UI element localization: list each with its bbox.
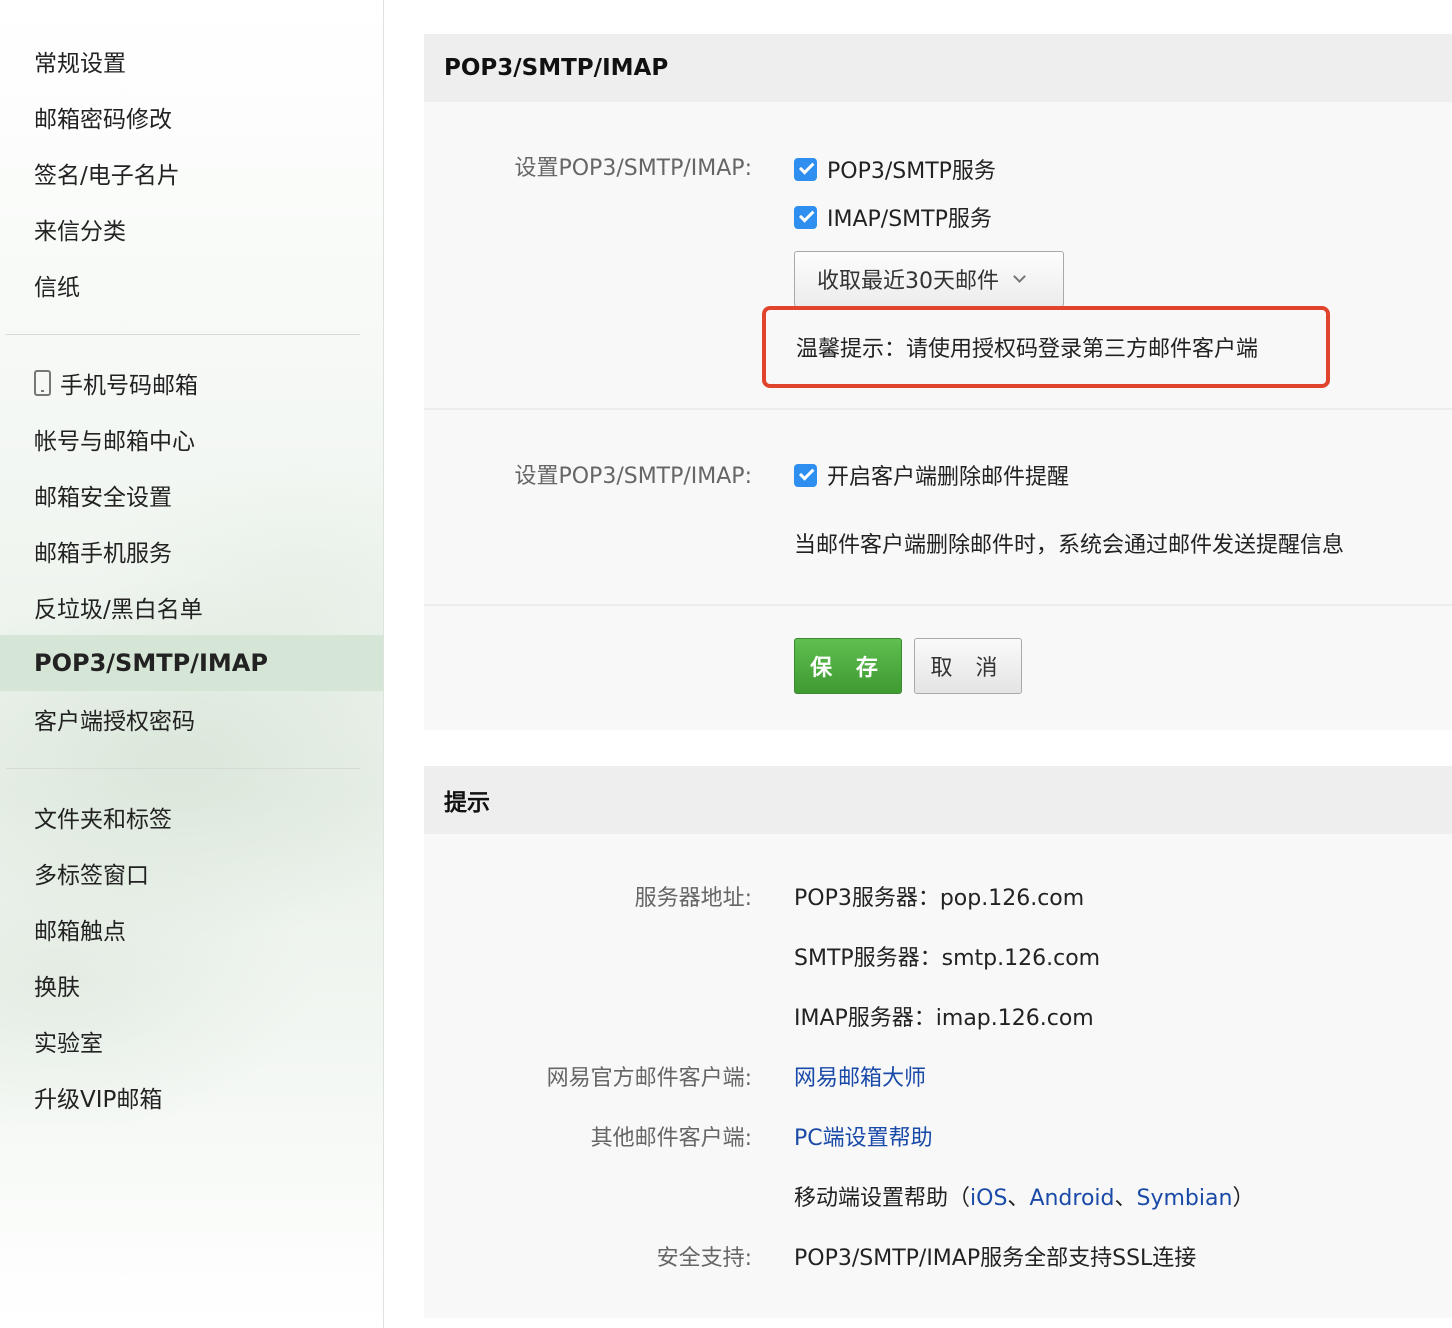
save-button[interactable]: 保 存 (794, 638, 902, 694)
hint-panel: 提示 服务器地址: POP3服务器：pop.126.com SMTP服务器：sm… (424, 766, 1452, 1318)
sidebar-item-account-center[interactable]: 帐号与邮箱中心 (0, 411, 383, 467)
delete-reminder-description: 当邮件客户端删除邮件时，系统会通过邮件发送提醒信息 (794, 533, 1345, 558)
settings-sidebar: 常规设置 邮箱密码修改 签名/电子名片 来信分类 信纸 手机号码邮箱 帐号与邮箱… (0, 0, 384, 1328)
fetch-range-select[interactable]: 收取最近30天邮件 (794, 251, 1064, 307)
sidebar-item-pop3-smtp-imap[interactable]: POP3/SMTP/IMAP (0, 635, 383, 691)
sidebar-item-mobile-service[interactable]: 邮箱手机服务 (0, 523, 383, 579)
sidebar-divider (6, 768, 360, 769)
separator: 、 (1114, 1186, 1137, 1211)
android-help-link[interactable]: Android (1029, 1186, 1114, 1211)
delete-reminder-option: 开启客户端删除邮件提醒 (794, 459, 1069, 491)
sidebar-item-label: 常规设置 (34, 51, 126, 77)
sidebar-item-general[interactable]: 常规设置 (0, 33, 383, 89)
panel-title: POP3/SMTP/IMAP (424, 34, 1452, 102)
mobile-help-prefix: 移动端设置帮助（ (794, 1186, 971, 1211)
auth-code-tip: 温馨提示：请使用授权码登录第三方邮件客户端 (762, 306, 1330, 388)
sidebar-item-label: 文件夹和标签 (34, 807, 172, 833)
sidebar-item-touchpoints[interactable]: 邮箱触点 (0, 901, 383, 957)
checkbox-label: 开启客户端删除邮件提醒 (827, 465, 1070, 490)
checkbox-label: IMAP/SMTP服务 (827, 207, 992, 232)
sidebar-item-label: 邮箱手机服务 (34, 541, 172, 567)
sidebar-item-phone-mailbox[interactable]: 手机号码邮箱 (0, 355, 383, 411)
sidebar-item-label: 多标签窗口 (34, 863, 149, 889)
sidebar-item-skin[interactable]: 换肤 (0, 957, 383, 1013)
select-value: 收取最近30天邮件 (817, 269, 999, 294)
sidebar-item-label: 来信分类 (34, 219, 126, 245)
ios-help-link[interactable]: iOS (970, 1186, 1007, 1211)
security-label: 安全支持: (656, 1246, 752, 1271)
server-address-label: 服务器地址: (634, 886, 752, 911)
sidebar-item-mail-filter[interactable]: 来信分类 (0, 201, 383, 257)
sidebar-divider (6, 334, 360, 335)
sidebar-item-upgrade-vip[interactable]: 升级VIP邮箱 (0, 1069, 383, 1125)
sidebar-item-label: 客户端授权密码 (34, 709, 195, 735)
sidebar-item-folders-labels[interactable]: 文件夹和标签 (0, 789, 383, 845)
mobile-help-line: 移动端设置帮助（iOS、Android、Symbian） (794, 1180, 1254, 1212)
section-divider (424, 408, 1452, 410)
sidebar-item-lab[interactable]: 实验室 (0, 1013, 383, 1069)
cancel-button[interactable]: 取 消 (914, 638, 1022, 694)
imap-smtp-checkbox[interactable] (794, 205, 817, 229)
sidebar-item-label: 实验室 (34, 1031, 103, 1057)
sidebar-item-security[interactable]: 邮箱安全设置 (0, 467, 383, 523)
imap-smtp-option: IMAP/SMTP服务 (794, 201, 992, 233)
symbian-help-link[interactable]: Symbian (1137, 1186, 1233, 1211)
sidebar-item-stationery[interactable]: 信纸 (0, 257, 383, 313)
pop3-smtp-checkbox[interactable] (794, 157, 817, 181)
official-client-link[interactable]: 网易邮箱大师 (794, 1060, 926, 1092)
section-label: 设置POP3/SMTP/IMAP: (514, 156, 752, 181)
sidebar-item-label: 签名/电子名片 (34, 163, 180, 189)
settings-panel: POP3/SMTP/IMAP 设置POP3/SMTP/IMAP: POP3/SM… (424, 34, 1452, 730)
sidebar-item-signature[interactable]: 签名/电子名片 (0, 145, 383, 201)
tip-text: 温馨提示：请使用授权码登录第三方邮件客户端 (796, 337, 1259, 362)
sidebar-item-label: 手机号码邮箱 (60, 373, 198, 399)
checkbox-label: POP3/SMTP服务 (827, 159, 996, 184)
sidebar-item-label: 换肤 (34, 975, 80, 1001)
panel-title: 提示 (424, 766, 1452, 834)
sidebar-item-label: 邮箱密码修改 (34, 107, 172, 133)
sidebar-item-label: 反垃圾/黑白名单 (34, 597, 203, 623)
section-divider (424, 604, 1452, 606)
sidebar-item-password[interactable]: 邮箱密码修改 (0, 89, 383, 145)
separator: 、 (1007, 1186, 1030, 1211)
mobile-help-suffix: ） (1232, 1186, 1255, 1211)
pop3-smtp-option: POP3/SMTP服务 (794, 153, 996, 185)
sidebar-item-client-auth-code[interactable]: 客户端授权密码 (0, 691, 383, 747)
pc-help-link[interactable]: PC端设置帮助 (794, 1120, 933, 1152)
sidebar-item-label: 信纸 (34, 275, 80, 301)
chevron-down-icon (1013, 270, 1026, 283)
sidebar-item-label: 帐号与邮箱中心 (34, 429, 195, 455)
smtp-server: SMTP服务器：smtp.126.com (794, 946, 1101, 971)
sidebar-item-label: 邮箱触点 (34, 919, 126, 945)
sidebar-item-antispam[interactable]: 反垃圾/黑白名单 (0, 579, 383, 635)
delete-reminder-checkbox[interactable] (794, 463, 817, 487)
sidebar-item-multi-tab[interactable]: 多标签窗口 (0, 845, 383, 901)
sidebar-item-label: POP3/SMTP/IMAP (34, 649, 268, 677)
other-client-label: 其他邮件客户端: (590, 1126, 752, 1151)
official-client-label: 网易官方邮件客户端: (546, 1066, 752, 1091)
pop3-server: POP3服务器：pop.126.com (794, 886, 1085, 911)
imap-server: IMAP服务器：imap.126.com (794, 1006, 1094, 1031)
sidebar-item-label: 升级VIP邮箱 (34, 1087, 163, 1113)
section-label: 设置POP3/SMTP/IMAP: (514, 464, 752, 489)
sidebar-item-label: 邮箱安全设置 (34, 485, 172, 511)
security-value: POP3/SMTP/IMAP服务全部支持SSL连接 (794, 1246, 1197, 1271)
phone-icon (34, 370, 51, 396)
